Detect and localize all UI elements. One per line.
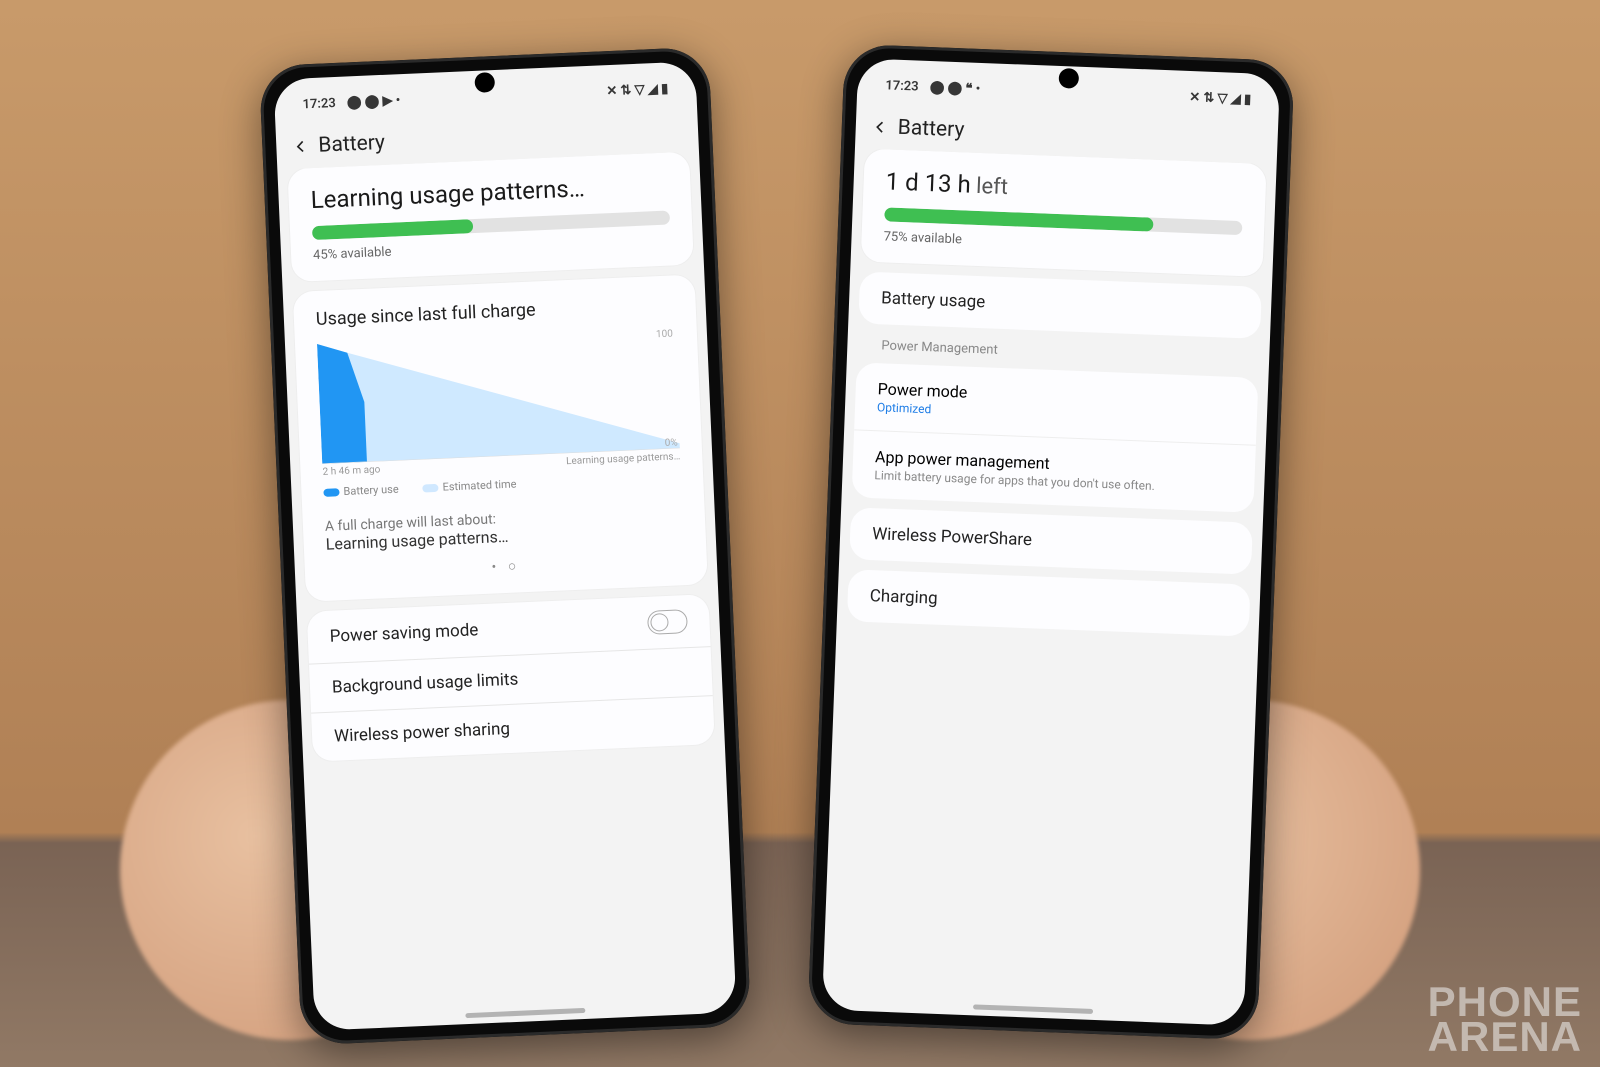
battery-time-remaining: 1 d 13 h [885, 167, 971, 198]
phone-right: 17:23 ⬤ ⬤ ❝ • ✕ ⇅ ▽ ◢ ▮ Battery 1 d 13 h… [807, 44, 1294, 1041]
page-title: Battery [318, 131, 386, 158]
scroll-area[interactable]: Learning usage patterns… 45% available U… [277, 151, 736, 1031]
status-right-icons: ✕ ⇅ ▽ ◢ ▮ [606, 81, 668, 99]
usage-chart-svg [317, 328, 680, 464]
page-indicator: • ○ [327, 550, 685, 583]
legend-estimated-label: Estimated time [442, 477, 516, 493]
status-left-icons: ⬤ ⬤ ❝ • [930, 80, 981, 97]
charging-row[interactable]: Charging [847, 569, 1251, 636]
legend-swatch-battery [323, 488, 339, 497]
divider [309, 646, 711, 665]
wireless-powershare-card: Wireless PowerShare [849, 507, 1253, 574]
page-title: Battery [897, 116, 964, 143]
status-right-icons: ✕ ⇅ ▽ ◢ ▮ [1189, 89, 1251, 106]
usage-card-title: Usage since last full charge [315, 293, 674, 330]
battery-headline: 1 d 13 h left [885, 167, 1244, 209]
battery-time-suffix: left [970, 174, 1008, 200]
screen-right: 17:23 ⬤ ⬤ ❝ • ✕ ⇅ ▽ ◢ ▮ Battery 1 d 13 h… [822, 58, 1280, 1025]
chevron-left-icon [869, 117, 890, 138]
status-time: 17:23 [885, 78, 919, 94]
wireless-power-sharing-row[interactable]: Wireless power sharing [334, 711, 693, 747]
power-saving-mode-toggle[interactable] [647, 609, 688, 635]
power-management-card: Power mode Optimized App power managemen… [852, 362, 1259, 512]
charging-card: Charging [847, 569, 1251, 636]
chevron-left-icon [290, 136, 311, 157]
power-saving-mode-label: Power saving mode [329, 620, 478, 646]
battery-hero-card: Learning usage patterns… 45% available [287, 152, 694, 282]
battery-hero-card: 1 d 13 h left 75% available [861, 149, 1267, 277]
back-button[interactable] [286, 132, 315, 161]
chart-x-start: 2 h 46 m ago [322, 464, 380, 478]
battery-usage-row[interactable]: Battery usage [858, 271, 1262, 338]
full-charge-estimate: A full charge will last about: Learning … [325, 503, 684, 554]
power-mode-sublabel: Optimized [877, 400, 932, 416]
chart-x-end: Learning usage patterns… [566, 451, 681, 467]
battery-usage-label: Battery usage [881, 288, 986, 312]
settings-list: Power saving mode Background usage limit… [307, 594, 715, 761]
chart-y-top: 100 [656, 328, 673, 340]
watermark-line2: ARENA [1428, 1019, 1582, 1055]
background-usage-limits-label: Background usage limits [332, 670, 519, 698]
battery-headline: Learning usage patterns… [310, 171, 669, 215]
power-saving-mode-row[interactable]: Power saving mode [329, 609, 688, 649]
usage-card[interactable]: Usage since last full charge 100 0% 2 h … [293, 274, 708, 601]
legend-battery-label: Battery use [343, 483, 399, 498]
wireless-power-sharing-label: Wireless power sharing [334, 719, 511, 747]
wireless-powershare-row[interactable]: Wireless PowerShare [849, 507, 1253, 574]
background-usage-limits-row[interactable]: Background usage limits [332, 662, 691, 698]
chart-y-bottom: 0% [664, 437, 677, 449]
status-time: 17:23 [302, 95, 336, 111]
battery-progress-fill [312, 219, 474, 240]
power-management-header: Power Management [881, 338, 1259, 367]
charging-label: Charging [869, 586, 938, 609]
phone-left: 17:23 ⬤ ⬤ ▶ • ✕ ⇅ ▽ ◢ ▮ Battery Learning… [259, 47, 751, 1046]
screen-left: 17:23 ⬤ ⬤ ▶ • ✕ ⇅ ▽ ◢ ▮ Battery Learning… [273, 61, 736, 1031]
legend-swatch-estimated [422, 484, 438, 493]
watermark: PHONE ARENA [1428, 984, 1582, 1055]
app-power-management-row[interactable]: App power management Limit battery usage… [852, 429, 1256, 512]
back-button[interactable] [865, 113, 894, 142]
battery-progress-fill [884, 207, 1153, 231]
battery-usage-card: Battery usage [858, 271, 1262, 338]
usage-chart: 100 0% 2 h 46 m ago Learning usage patte… [317, 328, 680, 464]
wireless-powershare-label: Wireless PowerShare [872, 524, 1033, 550]
battery-available-label: 75% available [883, 229, 1241, 258]
divider [311, 695, 713, 714]
status-left-icons: ⬤ ⬤ ▶ • [347, 93, 401, 110]
scroll-area[interactable]: 1 d 13 h left 75% available Battery usag… [822, 148, 1277, 1026]
